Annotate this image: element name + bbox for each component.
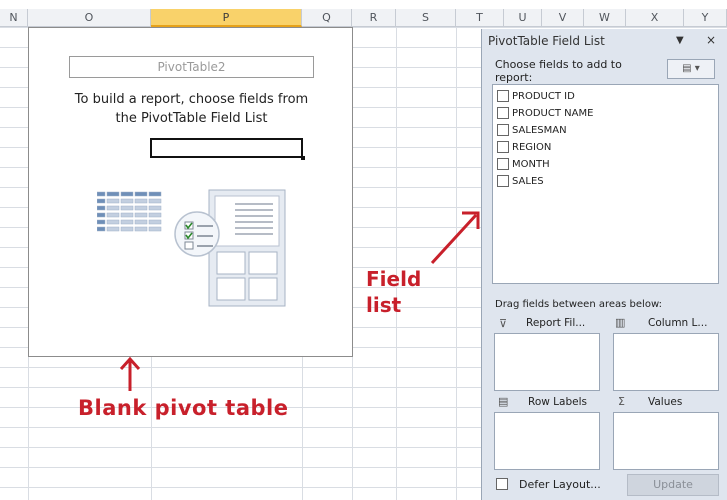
close-icon[interactable]: × xyxy=(706,33,716,47)
field-checkbox[interactable] xyxy=(497,124,509,136)
column-header-o[interactable]: O xyxy=(28,9,151,27)
report-filter-drop-area[interactable] xyxy=(494,333,600,391)
spreadsheet[interactable]: N O P Q R S T U V W X Y PivotTable2 To b… xyxy=(0,0,727,500)
pivot-field-list-pane[interactable]: PivotTable Field List ▼ × Choose fields … xyxy=(481,29,727,500)
field-checkbox[interactable] xyxy=(497,158,509,170)
column-header-q[interactable]: Q xyxy=(302,9,352,27)
column-header-u[interactable]: U xyxy=(504,9,542,27)
field-item[interactable]: MONTH xyxy=(497,157,550,172)
row-labels-label: Row Labels xyxy=(528,396,587,408)
field-item[interactable]: SALES xyxy=(497,174,544,189)
choose-fields-label: Choose fields to add to report: xyxy=(495,58,622,84)
field-checkbox[interactable] xyxy=(497,175,509,187)
field-caption-line1: Field xyxy=(366,267,422,291)
report-filter-label: Report Fil... xyxy=(526,317,586,329)
field-label: SALESMAN xyxy=(512,125,567,136)
pivot-illustration-icon xyxy=(97,189,286,307)
defer-layout-label: Defer Layout... xyxy=(519,478,601,491)
values-label: Values xyxy=(648,396,683,408)
column-header-x[interactable]: X xyxy=(626,9,684,27)
column-header-r[interactable]: R xyxy=(352,9,396,27)
diagonal-arrow-icon xyxy=(430,211,480,265)
pivot-table-placeholder[interactable]: PivotTable2 To build a report, choose fi… xyxy=(28,27,353,357)
filter-icon: ⊽ xyxy=(499,317,508,330)
defer-layout-checkbox[interactable] xyxy=(496,478,508,490)
pivot-instruction-line1: To build a report, choose fields from xyxy=(74,92,309,107)
field-item[interactable]: PRODUCT NAME xyxy=(497,106,593,121)
field-item[interactable]: PRODUCT ID xyxy=(497,89,575,104)
column-header-v[interactable]: V xyxy=(542,9,584,27)
gridline xyxy=(396,27,397,500)
column-header-y[interactable]: Y xyxy=(684,9,727,27)
field-label: SALES xyxy=(512,176,544,187)
field-label: PRODUCT NAME xyxy=(512,108,594,119)
field-list-caption: Field list xyxy=(366,266,421,318)
pane-title: PivotTable Field List xyxy=(488,34,605,48)
field-layout-button[interactable]: ▤ ▾ xyxy=(667,59,715,79)
blank-pivot-caption: Blank pivot table xyxy=(78,396,289,420)
field-checkbox[interactable] xyxy=(497,90,509,102)
field-item[interactable]: REGION xyxy=(497,140,551,155)
field-checklist[interactable]: PRODUCT ID PRODUCT NAME SALESMAN REGION … xyxy=(492,84,719,284)
pivot-instruction-line2: the PivotTable Field List xyxy=(115,111,268,126)
update-button[interactable]: Update xyxy=(627,474,719,496)
field-checkbox[interactable] xyxy=(497,141,509,153)
field-checkbox[interactable] xyxy=(497,107,509,119)
field-item[interactable]: SALESMAN xyxy=(497,123,567,138)
field-label: REGION xyxy=(512,142,552,153)
pivot-table-name: PivotTable2 xyxy=(69,56,314,78)
field-caption-line2: list xyxy=(366,293,402,317)
values-drop-area[interactable] xyxy=(613,412,719,470)
column-header-w[interactable]: W xyxy=(584,9,626,27)
column-labels-label: Column L... xyxy=(648,317,708,329)
toolbar-strip xyxy=(0,0,727,9)
up-arrow-icon xyxy=(119,356,141,391)
field-label: MONTH xyxy=(512,159,550,170)
column-header-t[interactable]: T xyxy=(456,9,504,27)
column-labels-icon: ▥ xyxy=(615,316,626,329)
pivot-instructions: To build a report, choose fields from th… xyxy=(39,90,344,128)
drag-fields-label: Drag fields between areas below: xyxy=(495,299,662,310)
active-cell[interactable] xyxy=(150,138,305,160)
column-header-s[interactable]: S xyxy=(396,9,456,27)
row-labels-icon: ▤ xyxy=(498,395,509,408)
sigma-icon: Σ xyxy=(618,395,625,408)
field-label: PRODUCT ID xyxy=(512,91,575,102)
column-header-p[interactable]: P xyxy=(151,9,302,27)
row-labels-drop-area[interactable] xyxy=(494,412,600,470)
pane-menu-dropdown-icon[interactable]: ▼ xyxy=(676,35,684,46)
column-labels-drop-area[interactable] xyxy=(613,333,719,391)
layout-icon: ▤ ▾ xyxy=(682,63,700,74)
column-header-n[interactable]: N xyxy=(0,9,28,27)
